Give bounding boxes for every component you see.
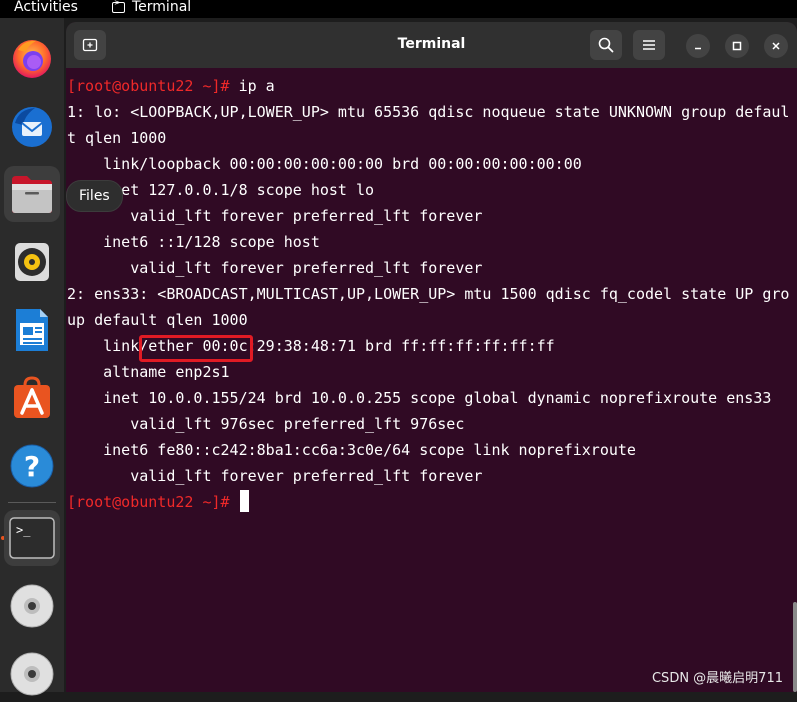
dock-item-disc-2[interactable] bbox=[4, 646, 60, 702]
minimize-icon bbox=[695, 47, 701, 50]
dock-separator bbox=[8, 502, 56, 503]
terminal-output-line: 2: ens33: <BROADCAST,MULTICAST,UP,LOWER_… bbox=[67, 281, 789, 307]
dock-tooltip: Files bbox=[66, 180, 123, 212]
line-text: inet6 ::1/128 scope host bbox=[67, 233, 320, 251]
terminal-output-line: valid_lft 976sec preferred_lft 976sec bbox=[67, 411, 464, 437]
menu-button[interactable] bbox=[633, 30, 665, 60]
line-text bbox=[230, 493, 239, 511]
line-text: valid_lft 976sec preferred_lft 976sec bbox=[67, 415, 465, 433]
shell-prompt: [root@obuntu22 ~]# bbox=[67, 77, 230, 95]
terminal-window: Terminal [root@obuntu22 ~]# ip a 1: lo: … bbox=[66, 22, 797, 692]
dock-item-terminal[interactable]: >_ bbox=[4, 510, 60, 566]
line-text: up default qlen 1000 bbox=[67, 311, 248, 329]
disc-icon bbox=[10, 652, 54, 696]
terminal-small-icon bbox=[112, 0, 125, 13]
dock-item-help[interactable]: ? bbox=[4, 438, 60, 494]
terminal-output-line: link/loopback 00:00:00:00:00:00 brd 00:0… bbox=[67, 151, 582, 177]
dock-item-libreoffice-writer[interactable] bbox=[4, 302, 60, 358]
dock-item-app-center[interactable] bbox=[4, 370, 60, 426]
scrollbar[interactable] bbox=[793, 602, 797, 692]
dock-item-thunderbird[interactable] bbox=[4, 98, 60, 154]
libreoffice-writer-icon bbox=[16, 309, 48, 351]
terminal-output-line: inet 10.0.0.155/24 brd 10.0.0.255 scope … bbox=[67, 385, 771, 411]
watermark: CSDN @晨曦启明711 bbox=[651, 671, 783, 686]
line-text: t qlen 1000 bbox=[67, 129, 167, 147]
dock-item-disc-1[interactable] bbox=[4, 578, 60, 634]
terminal-prompt-line: [root@obuntu22 ~]# ip a bbox=[67, 73, 275, 99]
line-text: 2: ens33: <BROADCAST,MULTICAST,UP,LOWER_… bbox=[67, 285, 790, 303]
dock-item-firefox[interactable] bbox=[4, 30, 60, 86]
line-text: altname enp2s1 bbox=[67, 363, 230, 381]
top-bar: Activities Terminal bbox=[0, 0, 797, 18]
terminal-output-line: valid_lft forever preferred_lft forever bbox=[67, 203, 482, 229]
close-button[interactable] bbox=[764, 34, 788, 58]
app-menu-label: Terminal bbox=[132, 0, 192, 15]
terminal-output-line: up default qlen 1000 bbox=[67, 307, 248, 333]
terminal-output-line: 1: lo: <LOOPBACK,UP,LOWER_UP> mtu 65536 … bbox=[67, 99, 789, 125]
app-menu[interactable]: Terminal bbox=[112, 0, 191, 15]
maximize-icon bbox=[732, 41, 742, 51]
search-icon bbox=[598, 37, 614, 53]
app-center-icon bbox=[14, 376, 50, 418]
line-text: valid_lft forever preferred_lft forever bbox=[67, 259, 483, 277]
line-text: inet 10.0.0.155/24 brd 10.0.0.255 scope … bbox=[67, 389, 772, 407]
dock-item-rhythmbox[interactable] bbox=[4, 234, 60, 290]
title-bar[interactable]: Terminal bbox=[66, 22, 797, 68]
firefox-icon bbox=[13, 40, 51, 78]
activities-button[interactable]: Activities bbox=[14, 0, 78, 15]
minimize-button[interactable] bbox=[686, 34, 710, 58]
terminal-output-line: t qlen 1000 bbox=[67, 125, 166, 151]
dock: ? >_ bbox=[0, 18, 64, 696]
svg-text:?: ? bbox=[24, 450, 40, 483]
terminal-prompt-line: [root@obuntu22 ~]# bbox=[67, 489, 249, 515]
maximize-button[interactable] bbox=[725, 34, 749, 58]
line-text: 1: lo: <LOOPBACK,UP,LOWER_UP> mtu 65536 … bbox=[67, 103, 790, 121]
ip-address-highlight-box bbox=[139, 335, 253, 362]
line-text: ip a bbox=[229, 77, 275, 95]
terminal-output-line: inet6 ::1/128 scope host bbox=[67, 229, 320, 255]
dock-item-files[interactable] bbox=[4, 166, 60, 222]
line-text: inet6 fe80::c242:8ba1:cc6a:3c0e/64 scope… bbox=[67, 441, 636, 459]
disc-icon bbox=[10, 584, 54, 628]
terminal-output-line: altname enp2s1 bbox=[67, 359, 230, 385]
terminal-output-line: valid_lft forever preferred_lft forever bbox=[67, 463, 482, 489]
close-icon bbox=[772, 42, 780, 50]
help-icon: ? bbox=[10, 444, 54, 488]
terminal-output-line: valid_lft forever preferred_lft forever bbox=[67, 255, 482, 281]
rhythmbox-icon bbox=[15, 243, 49, 281]
shell-prompt: [root@obuntu22 ~]# bbox=[67, 493, 230, 511]
terminal-output[interactable]: [root@obuntu22 ~]# ip a 1: lo: <LOOPBACK,… bbox=[66, 68, 797, 692]
terminal-icon: >_ bbox=[9, 517, 55, 559]
svg-text:>_: >_ bbox=[16, 523, 31, 537]
hamburger-menu-icon bbox=[643, 40, 655, 50]
files-icon bbox=[12, 176, 52, 213]
search-button[interactable] bbox=[590, 30, 622, 60]
line-text: valid_lft forever preferred_lft forever bbox=[67, 207, 483, 225]
line-text: link/loopback 00:00:00:00:00:00 brd 00:0… bbox=[67, 155, 582, 173]
text-cursor bbox=[239, 490, 249, 512]
terminal-output-line: inet6 fe80::c242:8ba1:cc6a:3c0e/64 scope… bbox=[67, 437, 636, 463]
thunderbird-icon bbox=[12, 107, 52, 147]
line-text: valid_lft forever preferred_lft forever bbox=[67, 467, 483, 485]
